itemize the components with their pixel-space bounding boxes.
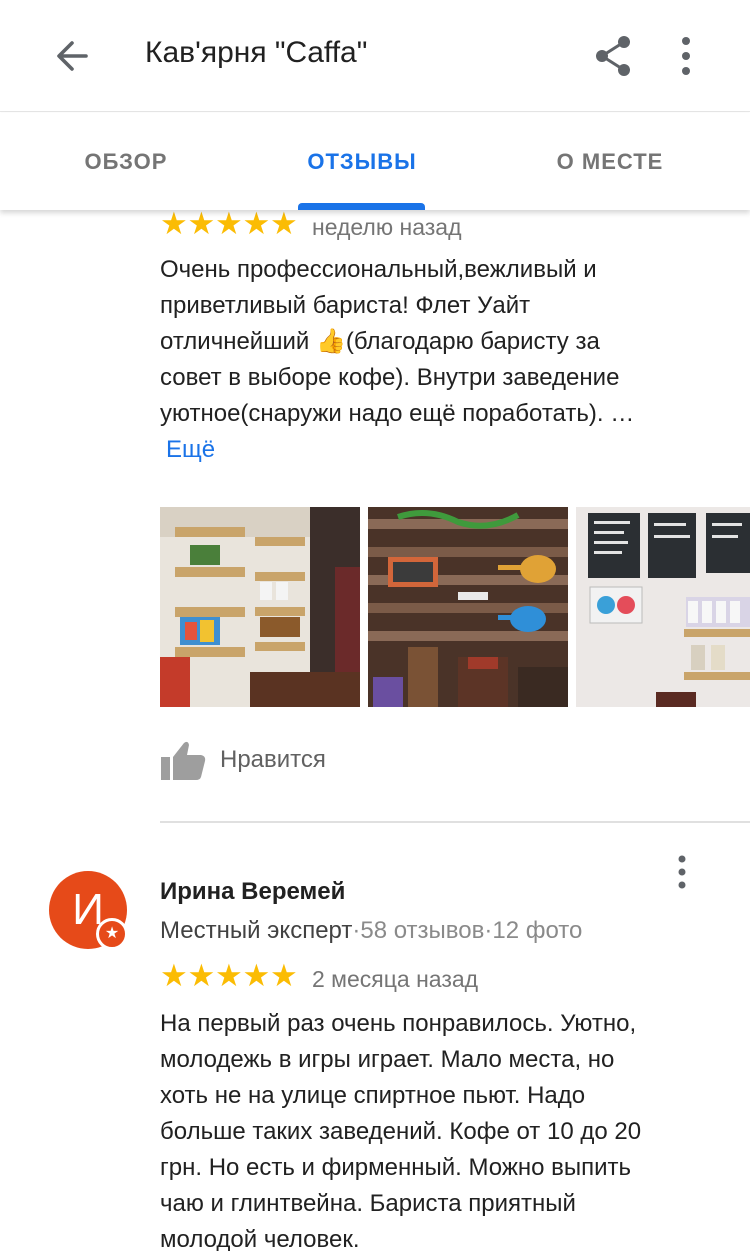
star-icon: ★ — [160, 958, 188, 993]
review-text: На первый раз очень понравилось. Уютно, … — [160, 1010, 642, 1251]
page-title: Кав'ярня "Caffa" — [145, 36, 368, 69]
active-tab-indicator — [298, 203, 425, 210]
photos-count: 12 фото — [492, 917, 583, 944]
star-icon: ★ — [242, 210, 271, 241]
star-icon: ★ — [187, 210, 216, 241]
star-icon: ★ — [242, 958, 271, 993]
reviews-count: 58 отзывов — [360, 917, 485, 944]
star-icon: ★ — [270, 210, 298, 241]
thumb-up-icon — [161, 741, 206, 780]
review-more-vert-icon[interactable] — [664, 850, 700, 894]
tab-overview[interactable]: ОБЗОР — [40, 113, 212, 210]
reviewer-meta: Местный эксперт·58 отзывов·12 фото — [160, 917, 582, 945]
like-button[interactable]: Нравится — [160, 738, 326, 782]
back-arrow-icon[interactable] — [46, 30, 98, 82]
review-divider — [160, 821, 750, 823]
star-icon: ★ — [187, 958, 216, 993]
local-guide-label: Местный эксперт — [160, 917, 353, 944]
star-icon: ★ — [270, 958, 298, 993]
like-label: Нравится — [220, 746, 326, 773]
star-icon: ★ — [215, 958, 243, 993]
review-date: 2 месяца назад — [312, 966, 479, 992]
share-icon[interactable] — [588, 30, 640, 82]
rating-stars: ★ ★ ★ ★ ★ — [160, 960, 298, 991]
reviewer-name[interactable]: Ирина Веремей — [160, 878, 345, 906]
rating-stars: ★ ★ ★ ★ ★ — [160, 210, 298, 239]
reviews-list[interactable]: ★ ★ ★ ★ ★ неделю назад Очень профессиона… — [0, 210, 750, 1251]
review-date: неделю назад — [312, 214, 462, 240]
local-guide-star-icon: ★ — [96, 918, 128, 950]
tab-bar: ОБЗОР ОТЗЫВЫ О МЕСТЕ — [0, 113, 750, 210]
review-photo-pallet-wall[interactable] — [368, 507, 568, 707]
read-more-link[interactable]: Ещё — [166, 436, 215, 464]
more-vert-icon[interactable] — [660, 30, 712, 82]
review-text: Очень профессиональный,вежливый и привет… — [160, 256, 635, 427]
app-bar: Кав'ярня "Caffa" — [0, 0, 750, 112]
tab-about[interactable]: О МЕСТЕ — [515, 113, 705, 210]
review-photo-shelves[interactable] — [160, 507, 360, 707]
star-icon: ★ — [215, 210, 243, 241]
tab-reviews[interactable]: ОТЗЫВЫ — [276, 113, 448, 210]
star-icon: ★ — [160, 210, 188, 241]
review-photo-menu-boards[interactable] — [576, 507, 750, 707]
